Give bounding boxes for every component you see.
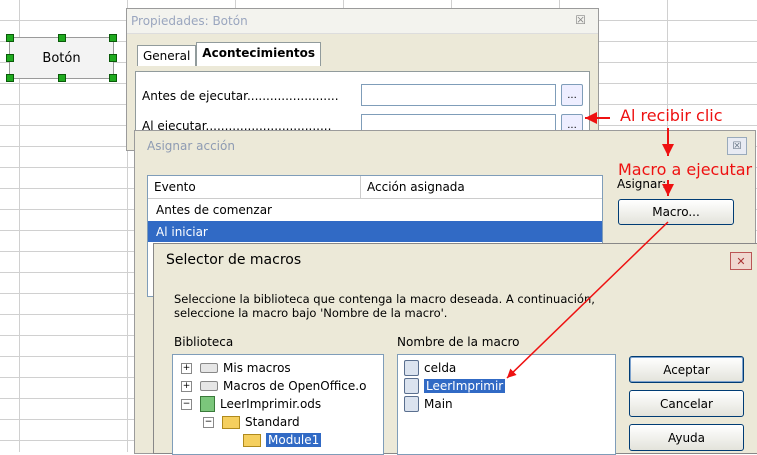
macro-icon	[404, 396, 419, 412]
spreadsheet-doc-icon	[200, 396, 215, 412]
tree-item-label: LeerImprimir.ods	[220, 397, 322, 411]
library-tree[interactable]: + Mis macros + Macros de OpenOffice.o − …	[172, 354, 384, 455]
table-row[interactable]: Al iniciar	[148, 221, 602, 242]
selector-description: Seleccione la biblioteca que contenga la…	[174, 292, 604, 320]
macro-icon	[404, 378, 419, 394]
resize-handle[interactable]	[6, 34, 14, 42]
tree-item-label: Module1	[266, 433, 322, 447]
close-icon[interactable]: ✕	[730, 252, 752, 270]
macro-button[interactable]: Macro...	[618, 199, 734, 225]
properties-tabs: General Acontecimientos	[137, 42, 322, 66]
annotation-macro-to-run: Macro a ejecutar	[618, 160, 753, 179]
assign-titlebar[interactable]: Asignar acción	[135, 131, 755, 161]
collapse-icon[interactable]: −	[203, 416, 214, 428]
macro-name: Main	[424, 397, 453, 411]
macro-list[interactable]: celda LeerImprimir Main	[397, 354, 616, 455]
macro-name: celda	[424, 361, 457, 375]
table-row[interactable]: Antes de comenzar	[148, 199, 602, 220]
selector-titlebar[interactable]: Selector de macros	[154, 244, 757, 276]
tree-item-module1[interactable]: Module1	[243, 431, 322, 449]
resize-handle[interactable]	[109, 34, 117, 42]
resize-handle[interactable]	[6, 74, 14, 82]
macro-name-label: Nombre de la macro	[397, 335, 520, 349]
tab-acontecimientos[interactable]: Acontecimientos	[196, 42, 322, 66]
selector-title: Selector de macros	[166, 252, 302, 268]
tree-item-my-macros[interactable]: + Mis macros	[181, 359, 291, 377]
resize-handle[interactable]	[58, 34, 66, 42]
library-label: Biblioteca	[174, 335, 234, 349]
macro-selector-dialog: Selector de macros ✕ Seleccione la bibli…	[153, 243, 757, 455]
description-line: seleccione la macro bajo 'Nombre de la m…	[174, 306, 448, 320]
resize-handle[interactable]	[109, 74, 117, 82]
macro-name: LeerImprimir	[424, 379, 506, 393]
library-folder-icon	[222, 415, 240, 429]
form-button-label: Botón	[42, 50, 81, 66]
assign-label: Asignar:	[617, 177, 667, 191]
tree-item-label: Mis macros	[223, 361, 291, 375]
properties-titlebar[interactable]: Propiedades: Botón	[127, 9, 598, 34]
list-item[interactable]: Main	[404, 395, 453, 413]
column-header-event[interactable]: Evento	[148, 176, 361, 199]
expand-icon[interactable]: +	[181, 380, 192, 392]
drive-icon	[200, 381, 218, 391]
tree-item-label: Standard	[245, 415, 300, 429]
close-icon[interactable]: ☒	[727, 137, 747, 155]
cancel-button[interactable]: Cancelar	[629, 390, 744, 417]
column-header-assigned-action[interactable]: Acción asignada	[361, 176, 602, 199]
expand-icon[interactable]: +	[181, 362, 192, 374]
resize-handle[interactable]	[58, 74, 66, 82]
resize-handle[interactable]	[6, 54, 14, 62]
prop-label-before-execute: Antes de ejecutar.......................…	[142, 89, 339, 103]
assign-title: Asignar acción	[147, 139, 235, 153]
annotation-on-click: Al recibir clic	[620, 106, 723, 125]
before-execute-field[interactable]	[361, 84, 556, 106]
macro-icon	[404, 360, 419, 376]
form-button-boton[interactable]: Botón	[6, 34, 117, 82]
list-item[interactable]: LeerImprimir	[404, 377, 506, 395]
tree-item-label: Macros de OpenOffice.o	[223, 379, 367, 393]
tab-general[interactable]: General	[137, 45, 197, 66]
tree-item-openoffice-macros[interactable]: + Macros de OpenOffice.o	[181, 377, 366, 395]
before-execute-browse-button[interactable]: ...	[561, 84, 583, 106]
collapse-icon[interactable]: −	[181, 398, 192, 410]
properties-title: Propiedades: Botón	[131, 14, 248, 28]
close-icon[interactable]: ☒	[575, 13, 586, 27]
list-item[interactable]: celda	[404, 359, 456, 377]
drive-icon	[200, 363, 218, 373]
ok-button[interactable]: Aceptar	[629, 356, 744, 383]
module-icon	[243, 433, 261, 447]
tree-item-document[interactable]: − LeerImprimir.ods	[181, 395, 321, 413]
resize-handle[interactable]	[109, 54, 117, 62]
tree-item-standard[interactable]: − Standard	[203, 413, 300, 431]
description-line: Seleccione la biblioteca que contenga la…	[174, 292, 595, 306]
help-button[interactable]: Ayuda	[629, 424, 744, 451]
